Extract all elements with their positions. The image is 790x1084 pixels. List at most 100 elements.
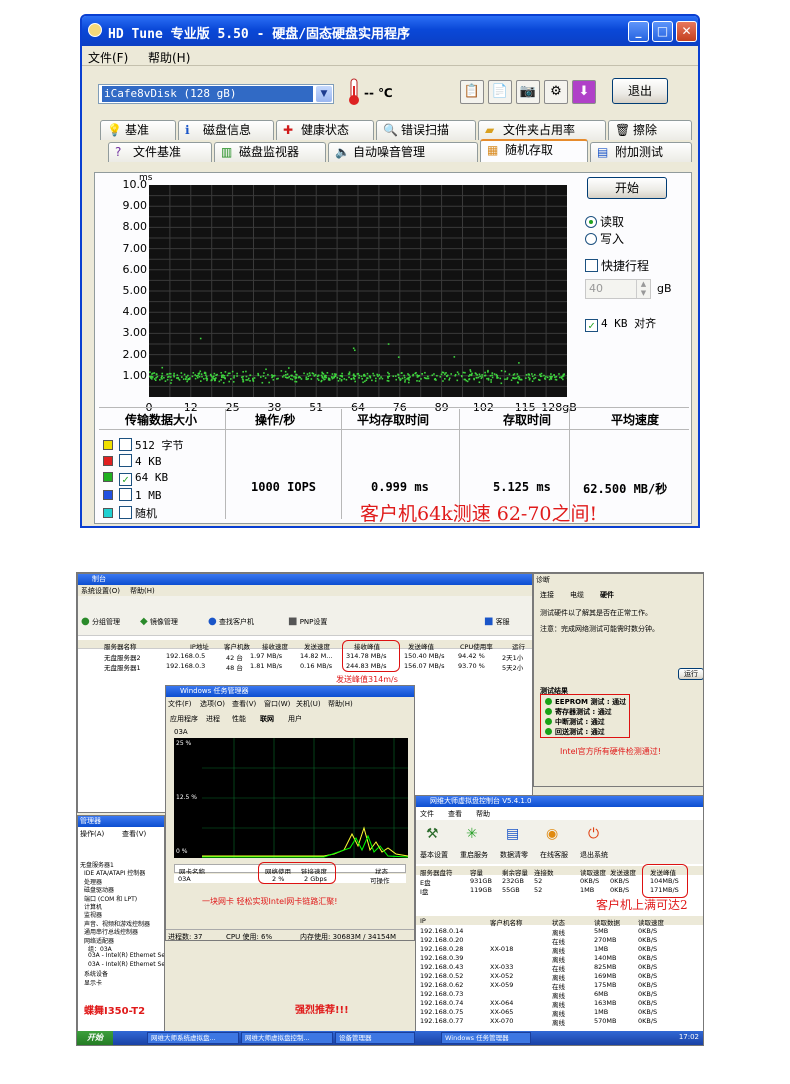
save-button[interactable]: ⬇	[572, 80, 596, 104]
tab-random-access[interactable]: ▦ 随机存取	[480, 139, 588, 162]
write-radio[interactable]: 写入	[585, 230, 624, 247]
table-row[interactable]: 192.168.0.28 XX-018 离线 1MB 0KB/S	[416, 944, 703, 955]
menu-view[interactable]: 查看(V)	[122, 829, 146, 839]
online-support-button[interactable]: 在线客服	[540, 850, 568, 860]
start-button[interactable]: 开始	[587, 177, 667, 199]
screenshot-button[interactable]: 📷	[516, 80, 540, 104]
y-tick-label: 4.00	[122, 305, 148, 319]
run-button[interactable]: 运行	[678, 668, 703, 680]
tab-benchmark[interactable]: 💡 基准	[100, 120, 176, 140]
wrench-icon: ⚒	[426, 826, 439, 842]
table-row[interactable]: 192.168.0.77 XX-070 离线 570MB 0KB/S	[416, 1016, 703, 1027]
table-cell: 0KB/S	[638, 981, 658, 989]
table-row[interactable]: 192.168.0.74 XX-064 离线 163MB 0KB/S	[416, 998, 703, 1009]
taskbar-item[interactable]: 网维大师虚拟盘控制...	[241, 1032, 333, 1044]
close-button[interactable]: ✕	[676, 21, 697, 42]
menu-help[interactable]: 帮助(H)	[130, 586, 155, 596]
data-point	[295, 373, 298, 376]
restart-service-button[interactable]: 重启服务	[460, 850, 488, 860]
menu-file[interactable]: 文件(F)	[88, 49, 128, 66]
pnp-settings-button[interactable]: ■ PNP设置	[288, 616, 327, 627]
short-stroke-input[interactable]: 40 ▲ ▼	[585, 279, 651, 299]
data-point	[531, 375, 534, 378]
group-manage-button[interactable]: ● 分组管理	[81, 616, 120, 627]
table-row[interactable]: 192.168.0.52 XX-052 离线 169MB 0KB/S	[416, 971, 703, 982]
data-point	[375, 377, 377, 380]
table-row[interactable]: 192.168.0.39 离线 140MB 0KB/S	[416, 953, 703, 964]
drive-select[interactable]: iCafe8vDisk (128 gB) ▼	[98, 84, 334, 104]
image-manage-button[interactable]: ◆ 镜像管理	[140, 616, 178, 627]
table-row[interactable]: 192.168.0.62 XX-059 在线 175MB 0KB/S	[416, 980, 703, 991]
taskbar-item[interactable]: 设备管理器	[335, 1032, 415, 1044]
menu-system-settings[interactable]: 系统设置(O)	[81, 586, 120, 596]
tab-connection[interactable]: 连接	[540, 590, 554, 600]
tab-disk-monitor[interactable]: ▥ 磁盘监视器	[214, 142, 326, 162]
tab-cable[interactable]: 电缆	[570, 590, 584, 600]
wm-menu-view[interactable]: 查看	[448, 809, 462, 819]
tab-error-scan[interactable]: 🔍 错误扫描	[376, 120, 476, 140]
taskbar-item[interactable]: 网维大师系统虚拟盘...	[147, 1032, 239, 1044]
minimize-button[interactable]: _	[628, 21, 649, 42]
data-point	[153, 372, 156, 374]
table-row[interactable]: 无盘服务器1 192.168.0.3 48 台 1.81 MB/s 0.16 MB/s 2…	[78, 661, 532, 672]
table-cell: I盘	[420, 888, 429, 896]
tab-noise-management[interactable]: 🔈 自动噪音管理	[328, 142, 478, 162]
align-4kb-checkbox[interactable]: ✓ 4 KB 对齐	[585, 315, 656, 332]
data-point	[242, 380, 244, 383]
legend-4kb[interactable]: 4 KB	[103, 454, 162, 468]
basic-settings-button[interactable]: 基本设置	[420, 850, 448, 860]
loopback-test: 回送测试 : 通过	[545, 727, 605, 737]
read-radio[interactable]: 读取	[585, 213, 624, 230]
table-cell: 1MB	[594, 945, 609, 953]
checkbox-empty-icon	[119, 438, 132, 451]
exit-button[interactable]: 退出	[612, 78, 668, 104]
table-row[interactable]: 192.168.0.43 XX-033 在线 825MB 0KB/S	[416, 962, 703, 973]
exit-system-button[interactable]: 退出系统	[580, 850, 608, 860]
short-stroke-checkbox[interactable]: 快捷行程	[585, 257, 649, 274]
device-tree-item[interactable]: 显示卡	[84, 978, 102, 987]
legend-512b[interactable]: 512 字节	[103, 437, 184, 453]
support-button[interactable]: ■ 客服	[484, 616, 510, 627]
legend-random[interactable]: 随机	[103, 505, 157, 521]
copy-all-button[interactable]: 📄	[488, 80, 512, 104]
find-client-button[interactable]: ● 查找客户机	[208, 616, 254, 627]
data-point	[192, 372, 195, 374]
data-point	[151, 372, 154, 375]
table-row[interactable]: 192.168.0.73 离线 6MB 0KB/S	[416, 989, 703, 1000]
power-icon: ⏻	[588, 826, 600, 842]
maximize-button[interactable]: □	[652, 21, 673, 42]
wm-menu-help[interactable]: 帮助	[476, 809, 490, 819]
copy-info-button[interactable]: 📋	[460, 80, 484, 104]
legend-1mb[interactable]: 1 MB	[103, 488, 162, 502]
table-row[interactable]: 192.168.0.75 XX-065 离线 1MB 0KB/S	[416, 1007, 703, 1018]
menu-help[interactable]: 帮助(H)	[148, 49, 190, 66]
table-cell: 0KB/S	[610, 886, 630, 894]
device-tree-item[interactable]: 03A - Intel(R) Ethernet Server Adapter I…	[88, 961, 164, 968]
table-row[interactable]: 192.168.0.14 离线 5MB 0KB/S	[416, 926, 703, 937]
tab-disk-info[interactable]: ℹ 磁盘信息	[178, 120, 274, 140]
table-row[interactable]: 无盘服务器2 192.168.0.5 42 台 1.97 MB/s 14.82 M...…	[78, 651, 532, 662]
device-tree-item[interactable]: 03A - Intel(R) Ethernet Server Adapter I…	[88, 952, 164, 959]
taskbar-item[interactable]: Windows 任务管理器	[441, 1032, 531, 1044]
menu-action[interactable]: 操作(A)	[80, 829, 104, 839]
data-point	[446, 374, 449, 377]
clear-data-button[interactable]: 数据清零	[500, 850, 528, 860]
title-bar[interactable]: HD Tune 专业版 5.50 - 硬盘/固态硬盘实用程序 _ □ ✕	[82, 16, 698, 46]
tab-erase[interactable]: 🗑 擦除	[608, 120, 692, 140]
table-row[interactable]: 192.168.0.20 在线 270MB 0KB/S	[416, 935, 703, 946]
chevron-down-icon[interactable]: ▼	[316, 86, 332, 102]
data-point	[562, 378, 564, 381]
aggregation-annotation: 一块网卡 轻松实现Intel网卡链路汇聚!	[202, 897, 338, 906]
data-point	[220, 379, 222, 381]
legend-64kb[interactable]: ✓ 64 KB	[103, 471, 168, 486]
start-button[interactable]: 开始	[77, 1031, 113, 1045]
tab-health[interactable]: ✚ 健康状态	[276, 120, 374, 140]
client-table-header: IP 客户机名称 状态 读取数据 读取速度	[416, 916, 703, 927]
tab-hardware[interactable]: 硬件	[600, 590, 614, 600]
options-button[interactable]: ⚙	[544, 80, 568, 104]
spinner-arrows-icon[interactable]: ▲ ▼	[636, 280, 650, 298]
tab-file-benchmark[interactable]: ? 文件基准	[108, 142, 212, 162]
tab-extra-tests[interactable]: ▤ 附加测试	[590, 142, 692, 162]
tab-folder-usage[interactable]: ▰ 文件夹占用率	[478, 120, 606, 140]
wm-menu-file[interactable]: 文件	[420, 809, 434, 819]
